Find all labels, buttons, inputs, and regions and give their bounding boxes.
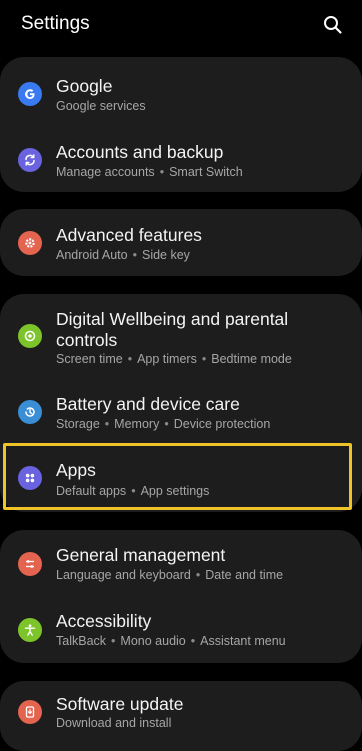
accessibility-icon xyxy=(18,618,42,642)
separator-dot: • xyxy=(190,634,196,648)
subtitle-part: Android Auto xyxy=(56,248,128,262)
settings-item-subtitle: Storage • Memory • Device protection xyxy=(56,417,270,431)
subtitle-part: Memory xyxy=(114,417,160,431)
settings-item-subtitle: Screen time • App timers • Bedtime mode xyxy=(56,352,292,366)
settings-item-label: General management xyxy=(56,545,226,565)
settings-group-accounts: Google Google services Accounts and back… xyxy=(0,57,362,192)
subtitle-part: Mono audio xyxy=(120,634,186,648)
sync-icon xyxy=(18,148,42,172)
settings-group-advanced: Advanced features Android Auto • Side key xyxy=(0,209,362,276)
separator-dot: • xyxy=(159,165,165,179)
subtitle-part: Download and install xyxy=(56,716,172,730)
settings-item-accessibility[interactable]: Accessibility TalkBack • Mono audio • Assist… xyxy=(0,596,362,663)
settings-item-label: Advanced features xyxy=(56,225,202,245)
apps-highlight-frame xyxy=(3,443,352,510)
wellbeing-icon xyxy=(18,324,42,348)
subtitle-part: App timers xyxy=(137,352,197,366)
software-update-icon xyxy=(18,700,42,724)
subtitle-part: Smart Switch xyxy=(169,165,243,179)
settings-item-general-management[interactable]: General management Language and keyboard… xyxy=(0,530,362,596)
settings-item-digital-wellbeing[interactable]: Digital Wellbeing and parental controls … xyxy=(0,294,362,374)
settings-item-subtitle: Manage accounts • Smart Switch xyxy=(56,165,243,179)
subtitle-part: Screen time xyxy=(56,352,123,366)
separator-dot: • xyxy=(195,568,201,582)
app-bar: Settings xyxy=(0,0,362,52)
settings-item-label: Accessibility xyxy=(56,611,152,631)
settings-item-subtitle: Android Auto • Side key xyxy=(56,248,190,262)
separator-dot: • xyxy=(201,352,207,366)
settings-item-label: Google xyxy=(56,76,113,96)
subtitle-part: Language and keyboard xyxy=(56,568,191,582)
subtitle-part: Manage accounts xyxy=(56,165,155,179)
settings-item-label: Software update xyxy=(56,694,184,714)
settings-item-subtitle: Google services xyxy=(56,99,146,113)
separator-dot: • xyxy=(111,634,116,648)
settings-item-label: Digital Wellbeing and parental xyxy=(56,309,289,329)
subtitle-part: Side key xyxy=(141,248,190,262)
page-title: Settings xyxy=(21,13,90,34)
settings-item-advanced-features[interactable]: Advanced features Android Auto • Side key xyxy=(0,209,362,276)
settings-item-subtitle: Download and install xyxy=(56,716,171,730)
settings-item-software-update[interactable]: Software update Download and install xyxy=(0,681,362,751)
settings-item-battery-device-care[interactable]: Battery and device care Storage • Memory • D… xyxy=(0,376,362,444)
settings-item-label: Accounts and backup xyxy=(56,142,224,162)
subtitle-part: Assistant menu xyxy=(200,634,286,648)
settings-item-subtitle: TalkBack • Mono audio • Assistant menu xyxy=(56,634,286,648)
settings-item-subtitle: Language and keyboard • Date and time xyxy=(56,568,283,582)
settings-item-accounts-and-backup[interactable]: Accounts and backup Manage accounts • Smar… xyxy=(0,125,362,192)
search-icon[interactable] xyxy=(322,14,344,36)
gear-plus-icon xyxy=(18,231,42,255)
subtitle-part: Storage xyxy=(56,417,100,431)
device-care-icon xyxy=(18,400,42,424)
sliders-icon xyxy=(18,552,42,576)
separator-dot: • xyxy=(132,248,137,262)
settings-item-label-line2: controls xyxy=(56,330,118,350)
settings-item-google[interactable]: Google Google services xyxy=(0,57,362,125)
subtitle-part: Bedtime mode xyxy=(211,352,292,366)
separator-dot: • xyxy=(104,417,110,431)
subtitle-part: Google services xyxy=(56,99,146,113)
separator-dot: • xyxy=(127,352,133,366)
settings-item-label: Battery and device care xyxy=(56,394,240,414)
subtitle-part: Date and time xyxy=(205,568,284,582)
subtitle-part: TalkBack xyxy=(56,634,107,648)
settings-group-software: Software update Download and install xyxy=(0,681,362,751)
google-g-icon xyxy=(18,82,42,106)
separator-dot: • xyxy=(164,417,169,431)
subtitle-part: Device protection xyxy=(173,417,271,431)
settings-group-general: General management Language and keyboard… xyxy=(0,530,362,663)
